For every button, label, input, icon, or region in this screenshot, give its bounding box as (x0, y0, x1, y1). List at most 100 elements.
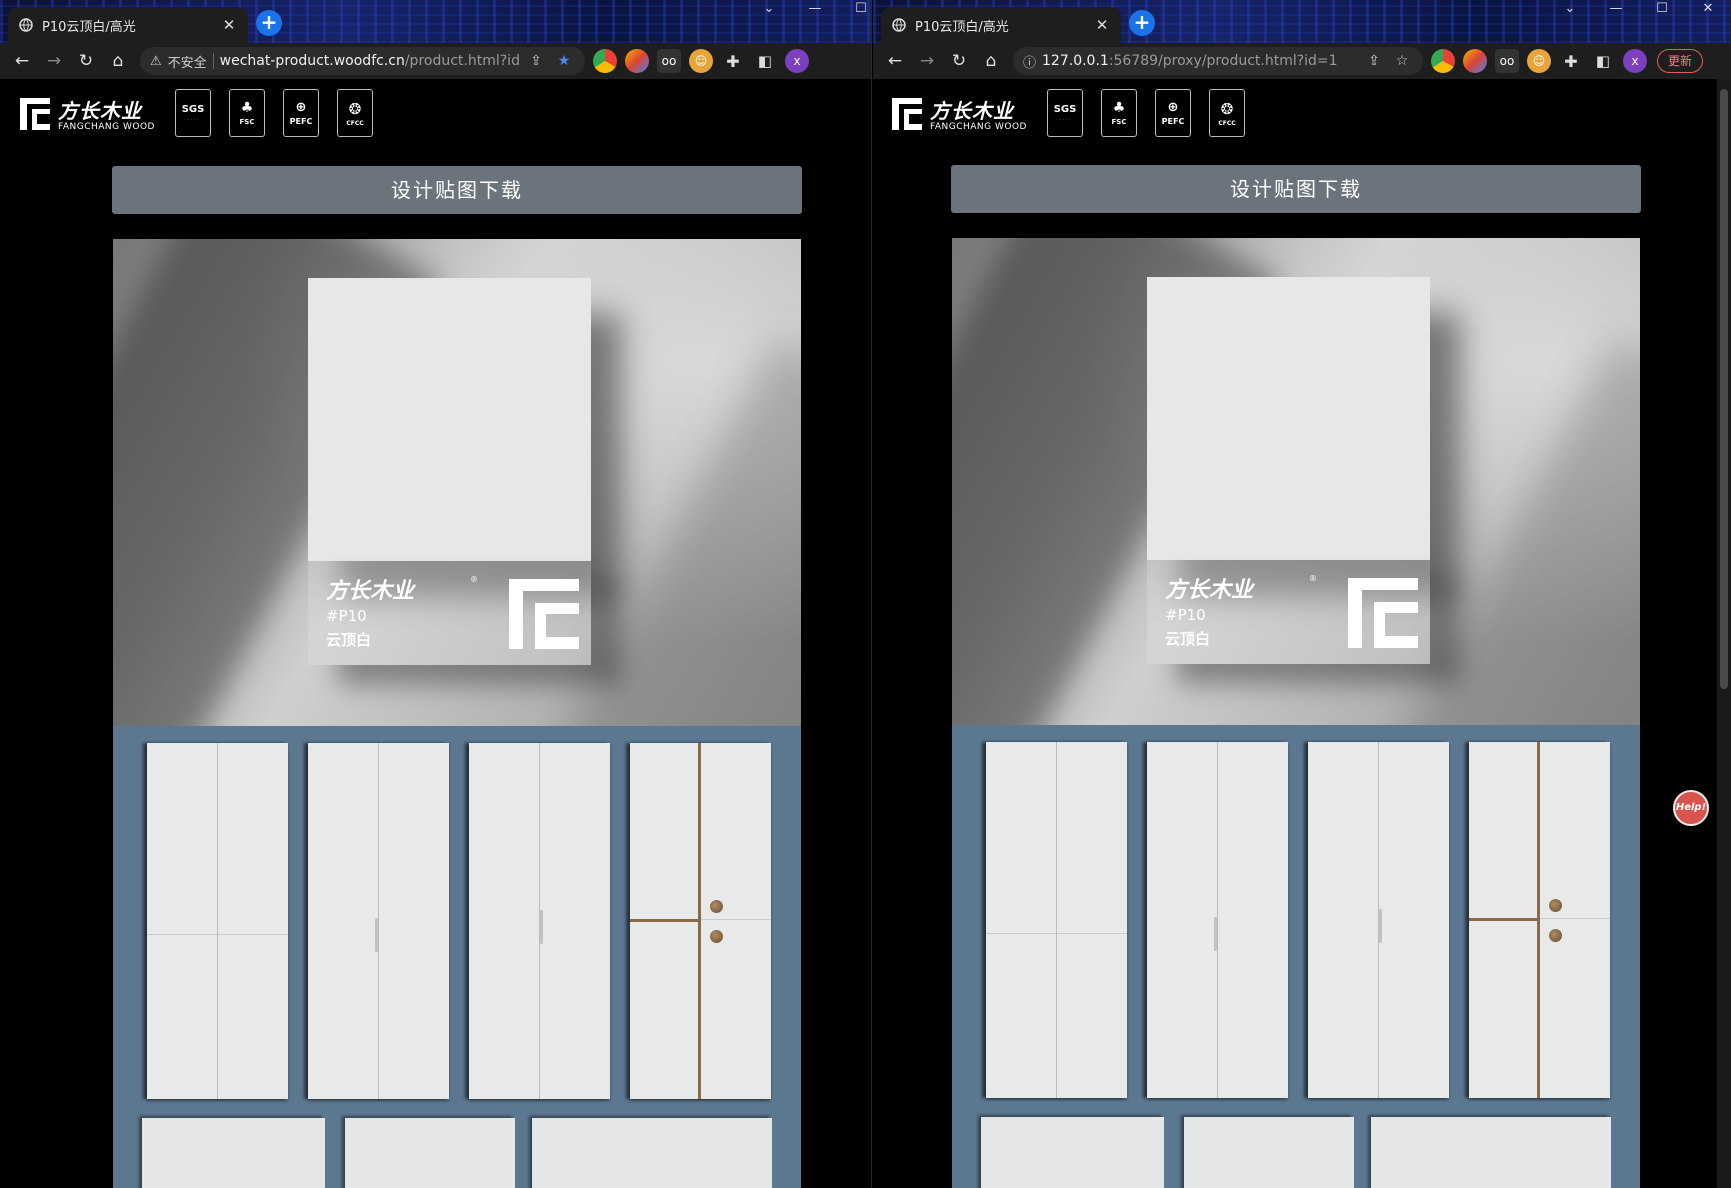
fsc-cert-icon: ♣ FSC (1101, 89, 1137, 137)
wardrobe-unit-wood-trim (630, 743, 771, 1099)
label-brand: 方长木业 (1165, 578, 1254, 603)
cfcc-cert-icon: ❂ CFCC (337, 89, 373, 137)
download-textures-button[interactable]: 设计贴图下载 (951, 165, 1641, 213)
label-brand: 方长木业 (326, 579, 415, 604)
address-bar[interactable]: ⚠ 不安全 wechat-product.woodfc.cn/product.h… (140, 47, 585, 75)
back-icon[interactable]: ← (6, 46, 38, 76)
brand-name-cn: 方长木业 (58, 99, 142, 123)
help-button[interactable]: Help! (1673, 790, 1709, 826)
page-content: 方长木业 FANGCHANG WOOD SGS · · · · ♣ FSC ⊕ PEF… (873, 79, 1731, 1188)
forward-icon[interactable]: → (38, 46, 70, 76)
brand-logo[interactable]: 方长木业 FANGCHANG WOOD (20, 95, 155, 132)
product-hero-image: 方长木业 ® #P10 云顶白 (113, 239, 801, 726)
emoji-extension-icon[interactable]: ☺ (689, 49, 713, 73)
page-content: 方长木业 FANGCHANG WOOD SGS · · · · ♣ FSC ⊕ PEF… (0, 79, 871, 1188)
brand-logo[interactable]: 方长木业 FANGCHANG WOOD (892, 95, 1027, 132)
puzzle-icon[interactable]: ✚ (1559, 49, 1583, 73)
address-bar[interactable]: ⓘ 127.0.0.1:56789/proxy/product.html?id=… (1013, 47, 1423, 75)
bookmark-star-icon[interactable]: ☆ (1391, 53, 1413, 69)
browser-toolbar: ← → ↻ ⌂ ⚠ 不安全 wechat-product.woodfc.cn/p… (0, 43, 871, 79)
maximize-icon[interactable]: ☐ (838, 0, 871, 20)
reader-extension-icon[interactable]: oo (657, 49, 681, 73)
lower-cabinet (1371, 1117, 1611, 1188)
share-icon[interactable]: ⇪ (525, 53, 547, 69)
browser-window-left: P10云顶白/高光 ✕ + ⌄ — ☐ ← → ↻ ⌂ ⚠ 不安全 wechat… (0, 0, 872, 1188)
tab-strip: P10云顶白/高光 ✕ + ⌄ — ☐ ✕ (873, 0, 1731, 43)
label-code: #P10 (1165, 606, 1206, 624)
globe-icon (891, 17, 907, 33)
pefc-cert-icon: ⊕ PEFC (283, 89, 319, 137)
new-tab-button[interactable]: + (1129, 10, 1155, 36)
security-label: 不安全 (167, 55, 207, 71)
tab-strip: P10云顶白/高光 ✕ + ⌄ — ☐ (0, 0, 871, 43)
url-host: wechat-product.woodfc.cn (219, 53, 405, 69)
maximize-icon[interactable]: ☐ (1639, 0, 1685, 20)
label-code: #P10 (326, 607, 367, 625)
scrollbar[interactable] (1717, 79, 1731, 1188)
registered-mark: ® (1309, 574, 1317, 583)
url-text[interactable]: wechat-product.woodfc.cn/product.html?id… (220, 53, 519, 69)
brand-mark-icon (509, 579, 579, 649)
emoji-extension-icon[interactable]: ☺ (1527, 49, 1551, 73)
browser-window-right: P10云顶白/高光 ✕ + ⌄ — ☐ ✕ ← → ↻ ⌂ ⓘ 127.0.0.… (873, 0, 1731, 1188)
minimize-icon[interactable]: — (792, 0, 838, 20)
profile-avatar[interactable]: x (1623, 49, 1647, 73)
brand-mark-icon (20, 97, 50, 130)
puzzle-icon[interactable]: ✚ (721, 49, 745, 73)
minimize-icon[interactable]: — (1593, 0, 1639, 20)
home-icon[interactable]: ⌂ (102, 46, 134, 76)
tab-search-icon[interactable]: ⌄ (746, 0, 792, 20)
back-icon[interactable]: ← (879, 46, 911, 76)
screen: P10云顶白/高光 ✕ + ⌄ — ☐ ← → ↻ ⌂ ⚠ 不安全 wechat… (0, 0, 1731, 1188)
url-path: :56789/proxy/product.html?id=1 (1108, 53, 1338, 69)
browser-tab[interactable]: P10云顶白/高光 ✕ (8, 7, 248, 43)
side-panel-icon[interactable]: ◧ (1591, 49, 1615, 73)
tab-search-icon[interactable]: ⌄ (1547, 0, 1593, 20)
browser-tab[interactable]: P10云顶白/高光 ✕ (881, 7, 1121, 43)
info-icon: ⓘ (1023, 55, 1037, 71)
home-icon[interactable]: ⌂ (975, 46, 1007, 76)
cabinet-render-image (952, 725, 1640, 1188)
profile-avatar[interactable]: x (785, 49, 809, 73)
color-sample-swatch (1147, 277, 1430, 560)
share-icon[interactable]: ⇪ (1363, 53, 1385, 69)
scrollbar-thumb[interactable] (1720, 89, 1728, 689)
window-controls: ⌄ — ☐ (746, 0, 871, 20)
registered-mark: ® (470, 575, 478, 584)
download-textures-button[interactable]: 设计贴图下载 (112, 166, 802, 214)
browser-toolbar: ← → ↻ ⌂ ⓘ 127.0.0.1:56789/proxy/product.… (873, 43, 1731, 79)
pefc-cert-icon: ⊕ PEFC (1155, 89, 1191, 137)
bookmark-star-icon[interactable]: ★ (553, 53, 575, 69)
divider (212, 53, 214, 69)
brand-name-en: FANGCHANG WOOD (58, 122, 155, 132)
color-extension-icon[interactable] (625, 49, 649, 73)
lower-cabinet (981, 1117, 1164, 1188)
cabinet-render-image (113, 726, 801, 1188)
reader-extension-icon[interactable]: oo (1495, 49, 1519, 73)
color-sample-swatch (308, 278, 591, 561)
window-controls: ⌄ — ☐ ✕ (1547, 0, 1731, 20)
reload-icon[interactable]: ↻ (70, 46, 102, 76)
reload-icon[interactable]: ↻ (943, 46, 975, 76)
lower-cabinet (345, 1118, 515, 1188)
wardrobe-unit (308, 743, 449, 1099)
brand-mark-icon (892, 97, 922, 130)
wardrobe-unit (469, 743, 610, 1099)
chrome-extension-icon[interactable] (593, 49, 617, 73)
update-button[interactable]: 更新 (1657, 49, 1704, 73)
brand-name-cn: 方长木业 (930, 99, 1014, 123)
close-tab-icon[interactable]: ✕ (1093, 16, 1111, 34)
side-panel-icon[interactable]: ◧ (753, 49, 777, 73)
new-tab-button[interactable]: + (256, 10, 282, 36)
chrome-extension-icon[interactable] (1431, 49, 1455, 73)
close-window-icon[interactable]: ✕ (1685, 0, 1731, 20)
color-extension-icon[interactable] (1463, 49, 1487, 73)
url-text[interactable]: 127.0.0.1:56789/proxy/product.html?id=1 (1042, 53, 1357, 69)
wardrobe-unit (1147, 742, 1288, 1098)
wardrobe-unit (147, 743, 288, 1099)
label-name: 云顶白 (326, 631, 372, 649)
close-tab-icon[interactable]: ✕ (220, 16, 238, 34)
forward-icon[interactable]: → (911, 46, 943, 76)
url-path: /product.html?id=1 (404, 53, 519, 69)
tab-title: P10云顶白/高光 (42, 19, 136, 35)
